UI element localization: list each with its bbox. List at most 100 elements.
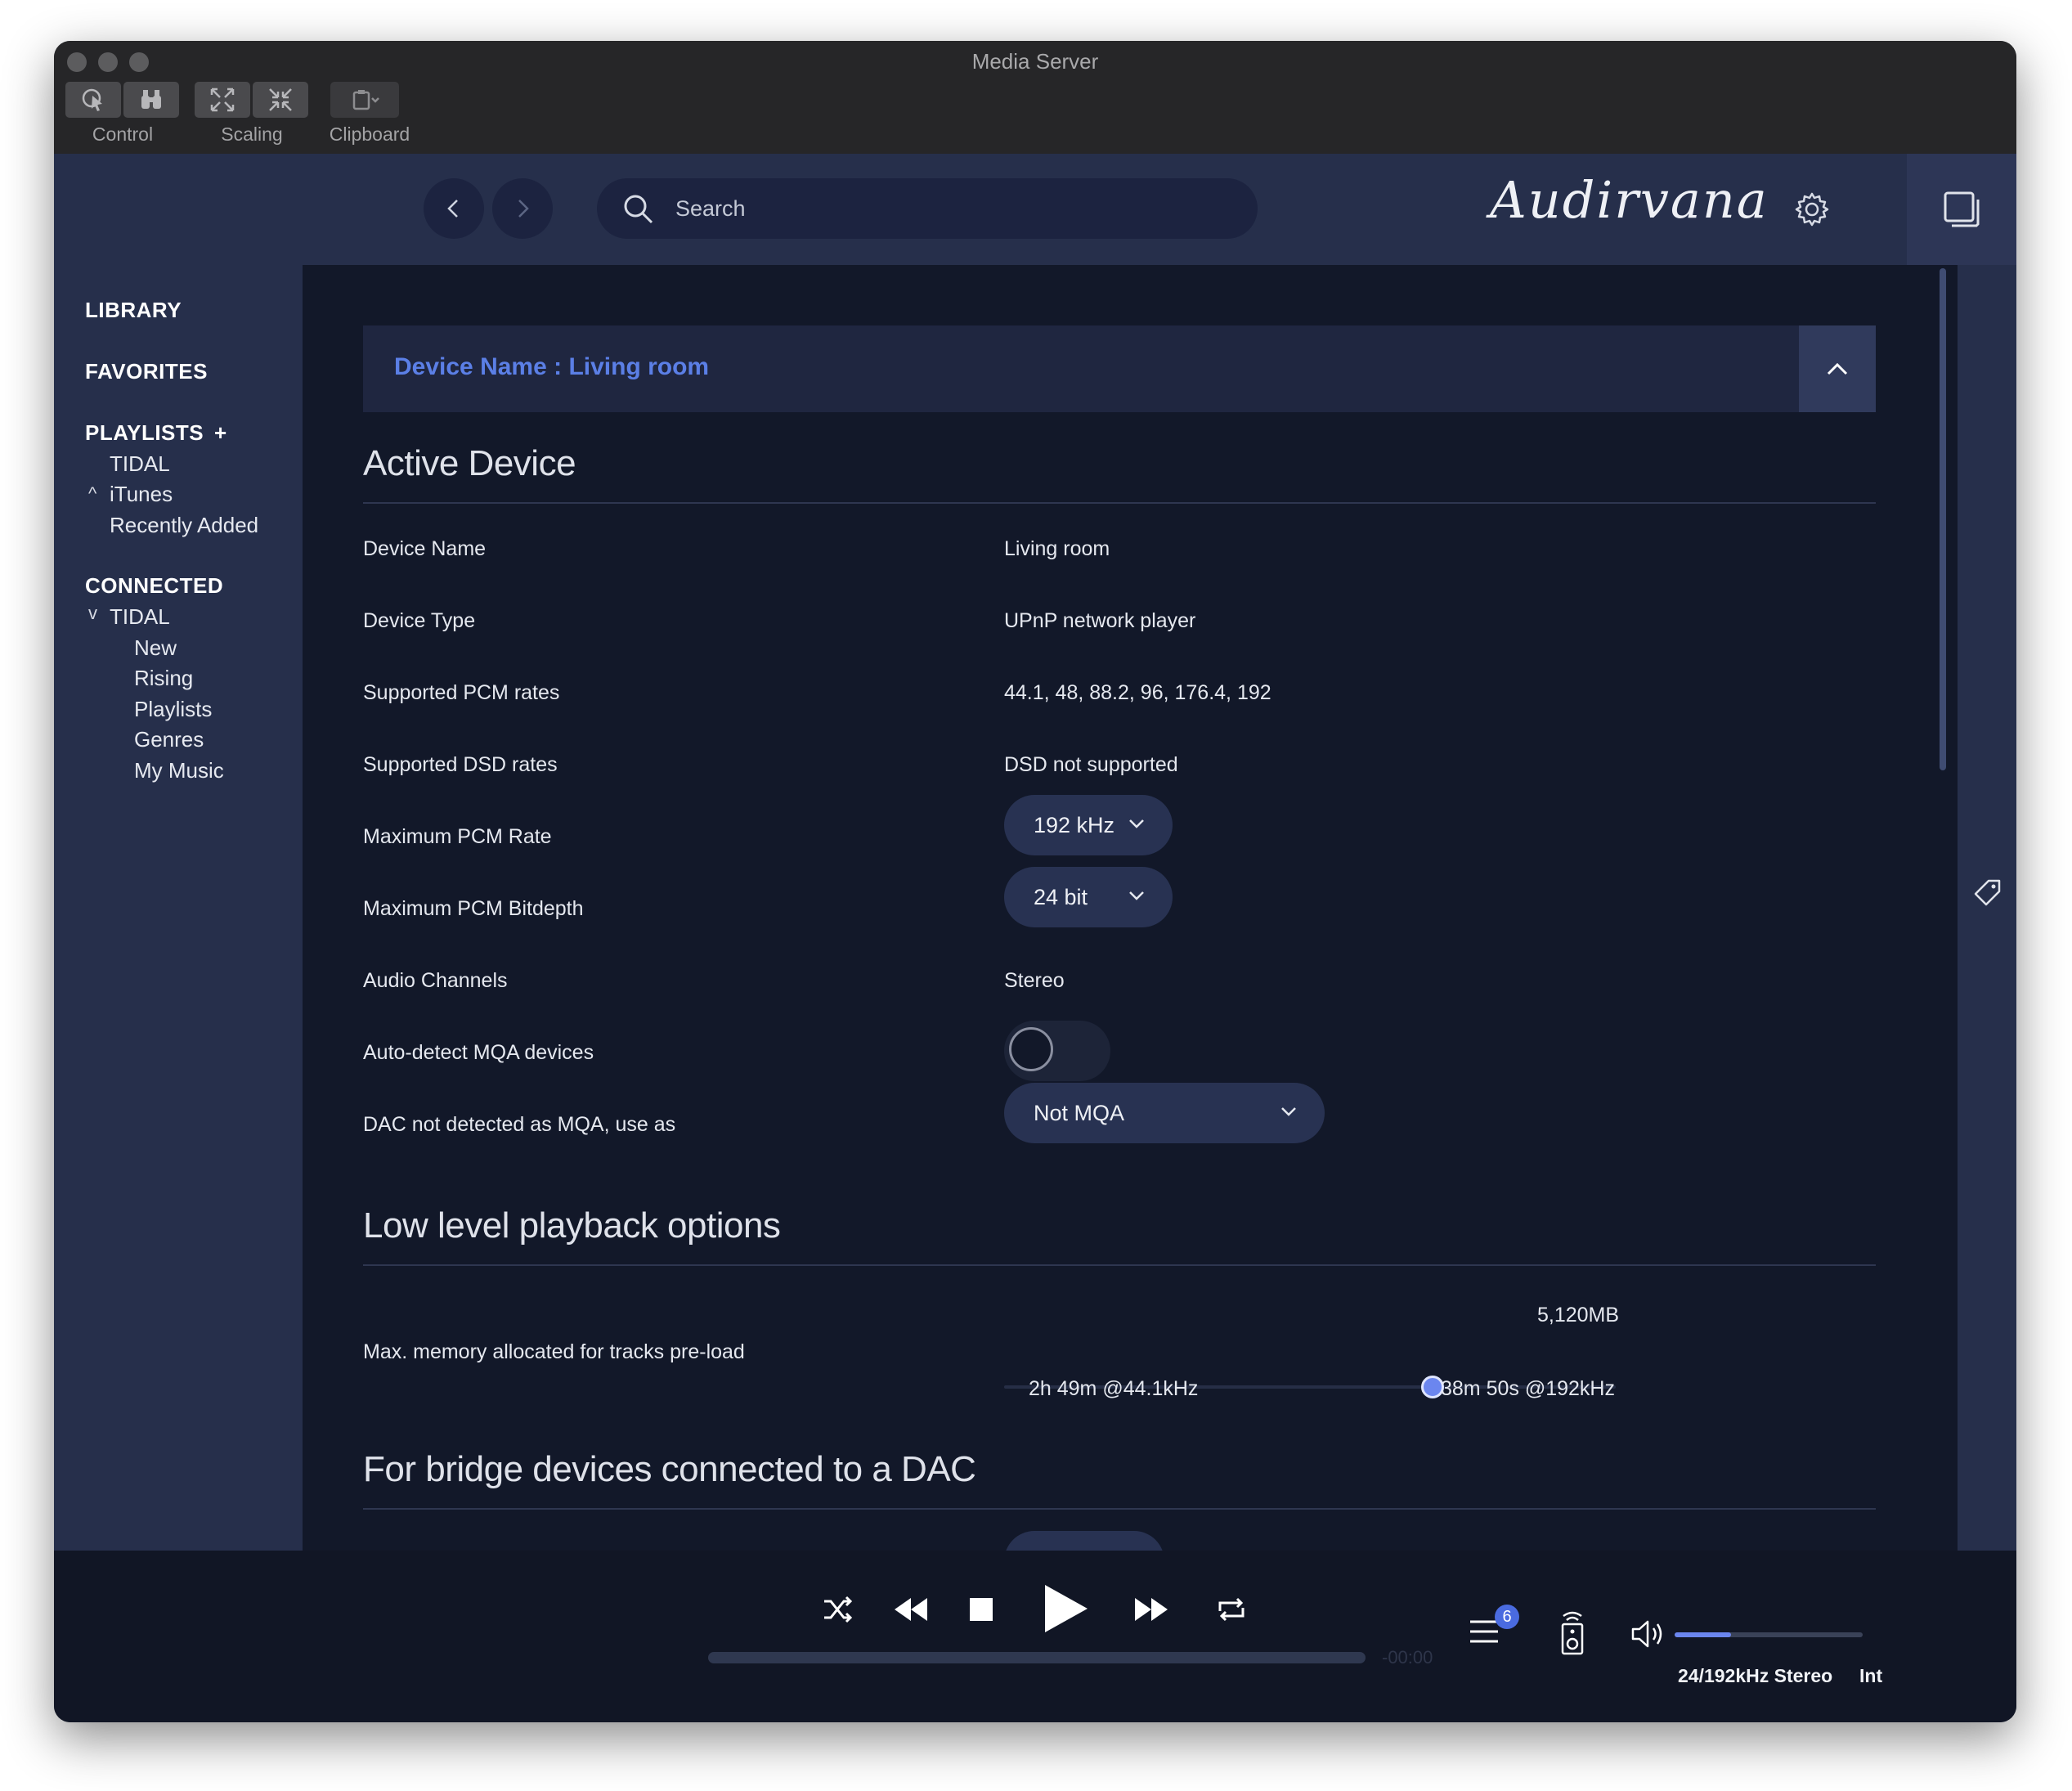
sidebar-item-itunes[interactable]: iTunes <box>110 482 173 507</box>
dsd-rates-value: DSD not supported <box>1004 753 1178 776</box>
sidebar-connected[interactable]: CONNECTED <box>85 573 223 599</box>
section-active-device: Active Device <box>363 443 576 483</box>
sidebar-item-playlists[interactable]: Playlists <box>134 697 212 722</box>
sidebar-item-recently-added[interactable]: Recently Added <box>110 513 258 538</box>
binoculars-icon <box>141 90 161 109</box>
toggle-panel-button[interactable] <box>1907 154 2016 265</box>
row-label: Device Type <box>363 609 476 632</box>
bridge-select[interactable] <box>1004 1531 1164 1551</box>
tag-icon[interactable] <box>1974 878 2002 906</box>
forward-button[interactable] <box>492 178 553 239</box>
preload-value: 5,120MB <box>1537 1304 1620 1326</box>
control-label: Control <box>92 123 154 145</box>
sidebar-item-new[interactable]: New <box>134 635 177 661</box>
clipboard-label: Clipboard <box>329 123 410 145</box>
control-binoculars-button[interactable] <box>123 82 179 118</box>
sidebar: LIBRARY FAVORITES PLAYLISTS + TIDAL ^ iT… <box>54 265 303 1551</box>
volume-slider[interactable] <box>1675 1632 1863 1637</box>
chevron-left-icon <box>447 200 458 218</box>
row-label: Supported DSD rates <box>363 753 558 776</box>
row-label: Device Name <box>363 537 487 560</box>
sidebar-playlists[interactable]: PLAYLISTS <box>85 420 204 446</box>
sidebar-library[interactable]: LIBRARY <box>85 298 182 323</box>
device-name-bar[interactable]: Device Name : Living room <box>363 325 1876 412</box>
row-label: Maximum PCM Bitdepth <box>363 897 584 920</box>
clipboard-icon <box>352 90 379 110</box>
mqa-fallback-value: Not MQA <box>1034 1100 1125 1125</box>
section-low-level: Low level playback options <box>363 1205 781 1246</box>
mqa-fallback-select[interactable]: Not MQA <box>1004 1083 1325 1143</box>
row-label: Maximum PCM Rate <box>363 825 552 848</box>
playback-progress[interactable] <box>708 1652 1366 1663</box>
search-input[interactable] <box>674 195 1233 222</box>
right-panel <box>1958 265 2016 1551</box>
sidebar-item-genres[interactable]: Genres <box>134 727 204 752</box>
pcm-rates-value: 44.1, 48, 88.2, 96, 176.4, 192 <box>1004 681 1271 704</box>
fast-forward-icon[interactable] <box>1133 1595 1169 1624</box>
clipboard-group <box>330 82 399 118</box>
chevron-right-icon <box>518 200 529 218</box>
speaker-device-icon[interactable] <box>1558 1609 1586 1655</box>
repeat-icon[interactable] <box>1215 1593 1248 1626</box>
stop-icon[interactable] <box>970 1598 993 1621</box>
sidebar-item-connected-tidal[interactable]: TIDAL <box>110 604 170 630</box>
player-bar: -00:00 6 24/192kHz Stereo Int <box>54 1551 2016 1722</box>
clipboard-button[interactable] <box>330 82 399 118</box>
chevron-down-icon <box>1281 1107 1296 1116</box>
search-box[interactable] <box>597 178 1258 239</box>
gear-icon[interactable] <box>1794 191 1830 227</box>
device-bar-title: Device Name : Living room <box>394 353 710 380</box>
preload-label: Max. memory allocated for tracks pre-loa… <box>363 1340 745 1363</box>
expand-icon <box>210 88 235 112</box>
mqa-autodetect-toggle[interactable] <box>1004 1021 1110 1081</box>
control-group <box>65 82 179 118</box>
settings-panel: Device Name : Living room Active Device … <box>303 265 1958 1551</box>
scale-shrink-button[interactable] <box>253 82 308 118</box>
shuffle-icon[interactable] <box>821 1593 854 1626</box>
shrink-icon <box>269 88 292 111</box>
chevron-down-icon[interactable]: v <box>88 603 97 624</box>
preload-max-caption: 38m 50s @192kHz <box>1441 1377 1615 1400</box>
max-pcm-rate-value: 192 kHz <box>1034 812 1115 837</box>
play-icon[interactable] <box>1042 1583 1089 1634</box>
chevron-down-icon <box>1129 819 1144 828</box>
scrollbar[interactable] <box>1940 268 1946 770</box>
chevron-up-icon[interactable]: ^ <box>88 483 96 505</box>
preload-min-caption: 2h 49m @44.1kHz <box>1029 1377 1199 1400</box>
chevron-up-icon <box>1827 362 1848 375</box>
cursor-icon <box>82 88 102 111</box>
back-button[interactable] <box>424 178 484 239</box>
window-title: Media Server <box>971 49 1099 74</box>
scaling-label: Scaling <box>221 123 283 145</box>
rewind-icon[interactable] <box>893 1595 929 1624</box>
row-label: Audio Channels <box>363 969 508 992</box>
audio-channels-value: Stereo <box>1004 969 1065 992</box>
scale-expand-button[interactable] <box>195 82 250 118</box>
section-bridge: For bridge devices connected to a DAC <box>363 1449 976 1489</box>
device-name-value: Living room <box>1004 537 1110 560</box>
scaling-group <box>195 82 308 118</box>
max-pcm-bitdepth-select[interactable]: 24 bit <box>1004 867 1173 927</box>
chevron-down-icon <box>1129 891 1144 900</box>
max-pcm-bitdepth-value: 24 bit <box>1034 884 1088 909</box>
row-label: Auto-detect MQA devices <box>363 1041 594 1064</box>
time-remaining: -00:00 <box>1382 1647 1433 1668</box>
sidebar-item-my-music[interactable]: My Music <box>134 758 224 783</box>
volume-level <box>1675 1632 1731 1637</box>
app-window: Media Server Control Scaling Clipboard S… <box>54 41 2016 1722</box>
volume-icon[interactable] <box>1630 1619 1666 1649</box>
sidebar-item-rising[interactable]: Rising <box>134 666 193 691</box>
collapse-button[interactable] <box>1799 325 1876 412</box>
control-pointer-button[interactable] <box>65 82 121 118</box>
row-label: DAC not detected as MQA, use as <box>363 1113 676 1136</box>
toggle-knob <box>1009 1027 1053 1071</box>
sidebar-favorites[interactable]: FAVORITES <box>85 359 208 384</box>
queue-count-badge: 6 <box>1495 1605 1519 1629</box>
divider <box>363 1508 1876 1510</box>
search-icon <box>624 195 653 224</box>
sidebar-item-playlist-tidal[interactable]: TIDAL <box>110 451 170 477</box>
add-playlist-button[interactable]: + <box>214 420 227 446</box>
max-pcm-rate-select[interactable]: 192 kHz <box>1004 795 1173 855</box>
brand-logo: Audirvana <box>1490 170 1769 230</box>
output-mode[interactable]: Int <box>1859 1665 1882 1687</box>
